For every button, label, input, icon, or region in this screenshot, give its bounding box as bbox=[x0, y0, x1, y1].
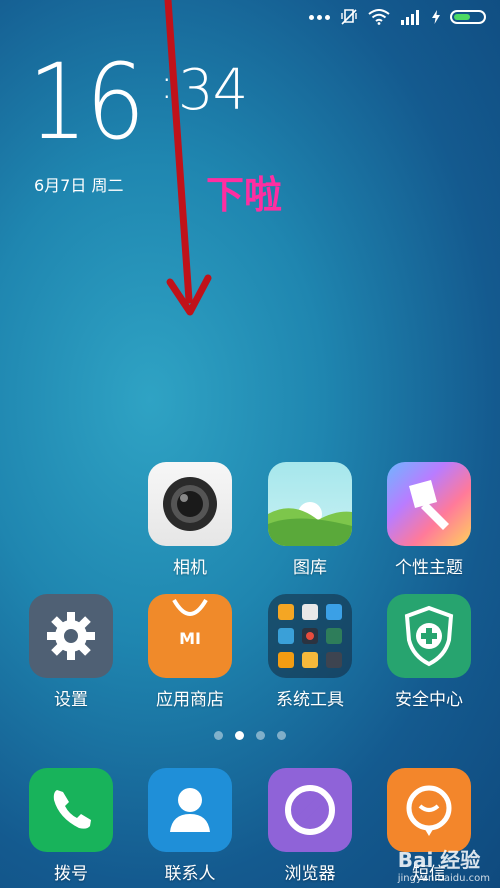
charging-icon bbox=[432, 10, 440, 24]
wifi-icon bbox=[368, 9, 390, 25]
message-bubble-icon bbox=[387, 768, 471, 852]
mi-store-icon: MI bbox=[148, 594, 232, 678]
app-label: 相机 bbox=[173, 558, 207, 578]
phone-icon bbox=[29, 768, 113, 852]
clock-minutes: 34 bbox=[178, 58, 248, 123]
app-label: 应用商店 bbox=[156, 690, 224, 710]
annotation-text: 下啦 bbox=[206, 173, 283, 217]
app-label: 系统工具 bbox=[276, 690, 344, 710]
page-dot[interactable] bbox=[256, 731, 265, 740]
app-label: 设置 bbox=[54, 690, 88, 710]
app-label: 安全中心 bbox=[395, 690, 463, 710]
date-text: 6月7日 周二 bbox=[34, 176, 124, 195]
battery-icon bbox=[450, 10, 486, 24]
svg-text:MI: MI bbox=[179, 629, 201, 648]
status-icons bbox=[309, 8, 486, 26]
app-label: 联系人 bbox=[164, 864, 216, 884]
app-label: 浏览器 bbox=[284, 864, 336, 884]
page-dot[interactable] bbox=[235, 731, 244, 740]
dock-phone[interactable]: 拨号 bbox=[16, 768, 126, 884]
more-dots-icon bbox=[309, 14, 330, 20]
page-dot[interactable] bbox=[214, 731, 223, 740]
battery-level bbox=[454, 14, 471, 20]
folder-grid-icon bbox=[268, 594, 352, 678]
contact-person-icon bbox=[148, 768, 232, 852]
watermark-brand: Bai 经验 bbox=[397, 848, 481, 872]
app-label: 拨号 bbox=[54, 864, 88, 884]
app-store[interactable]: MI 应用商店 bbox=[135, 594, 245, 710]
baidu-watermark: Bai 经验 jingyan.baidu.com bbox=[398, 844, 490, 884]
status-bar bbox=[0, 0, 500, 36]
camera-icon bbox=[148, 462, 232, 546]
signal-icon bbox=[401, 10, 419, 25]
browser-icon bbox=[268, 768, 352, 852]
dock-contacts[interactable]: 联系人 bbox=[135, 768, 245, 884]
app-label: 个性主题 bbox=[395, 558, 463, 578]
gallery-icon bbox=[268, 462, 352, 546]
clock-hours: 16 bbox=[28, 41, 145, 163]
app-label: 图库 bbox=[293, 558, 327, 578]
app-gallery[interactable]: 图库 bbox=[255, 462, 365, 578]
app-security[interactable]: 安全中心 bbox=[374, 594, 484, 710]
app-themes[interactable]: 个性主题 bbox=[374, 462, 484, 578]
gear-icon bbox=[29, 594, 113, 678]
page-indicator[interactable] bbox=[0, 731, 500, 740]
page-dot[interactable] bbox=[277, 731, 286, 740]
theme-brush-icon bbox=[387, 462, 471, 546]
shield-plus-icon bbox=[387, 594, 471, 678]
app-settings[interactable]: 设置 bbox=[16, 594, 126, 710]
watermark-url: jingyan.baidu.com bbox=[397, 873, 490, 884]
clock-widget[interactable]: 16 : 34 bbox=[28, 41, 248, 163]
mute-vibrate-icon bbox=[341, 9, 357, 25]
clock-colon: : bbox=[160, 62, 174, 108]
app-camera[interactable]: 相机 bbox=[135, 462, 245, 578]
dock-browser[interactable]: 浏览器 bbox=[255, 768, 365, 884]
app-system-tools[interactable]: 系统工具 bbox=[255, 594, 365, 710]
